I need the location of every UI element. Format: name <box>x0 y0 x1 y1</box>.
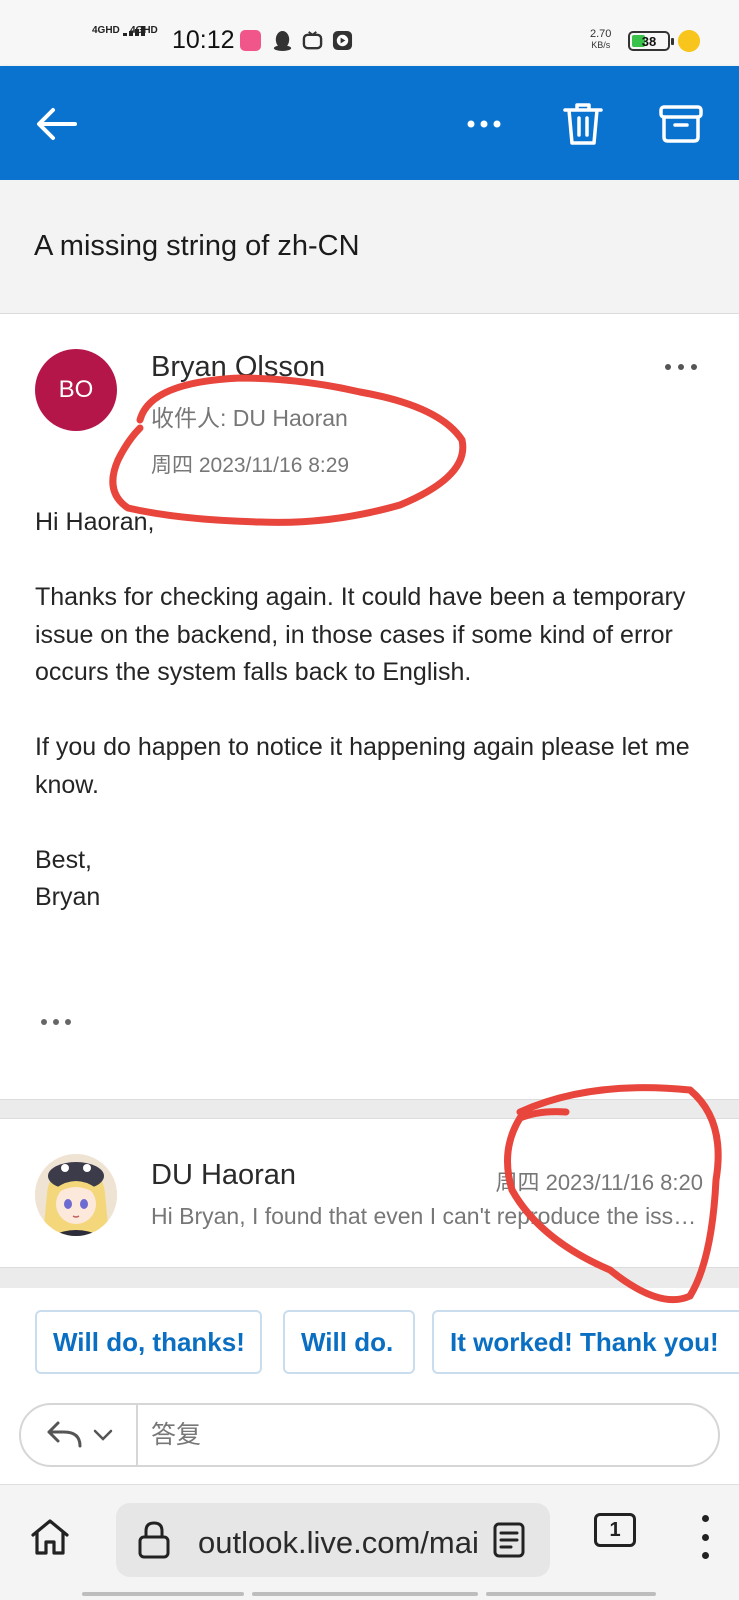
app-bar <box>0 66 739 180</box>
url-text: outlook.live.com/mail <box>198 1525 480 1560</box>
tab-switcher-button[interactable]: 1 <box>594 1513 636 1547</box>
home-button[interactable] <box>22 1509 78 1565</box>
quick-reply-chip[interactable]: Will do. <box>283 1310 415 1374</box>
gesture-bar-segment <box>252 1592 478 1596</box>
app-notification-icon <box>240 30 261 51</box>
message-body: Hi Haoran, Thanks for checking again. It… <box>35 504 705 917</box>
more-horizontal-icon <box>467 120 501 128</box>
status-bar: 4GHD 4GHD 10:12 2.70 KB/s 38 <box>0 0 739 66</box>
network-indicator-2: 4GHD <box>130 25 158 36</box>
clock: 10:12 <box>172 26 235 54</box>
subject-header: A missing string of zh-CN <box>0 180 739 313</box>
delete-button[interactable] <box>553 94 613 154</box>
penguin-icon <box>273 30 292 51</box>
battery-indicator: 38 <box>628 31 674 51</box>
reply-input[interactable] <box>151 1413 706 1457</box>
anime-character-avatar-icon <box>35 1154 117 1236</box>
thread-divider <box>0 1100 739 1118</box>
chevron-down-icon <box>93 1429 112 1441</box>
menu-dot <box>701 1552 709 1559</box>
body-greeting: Hi Haoran, <box>35 508 155 536</box>
archive-button[interactable] <box>651 94 711 154</box>
body-paragraph-2: If you do happen to notice it happening … <box>35 733 690 799</box>
gesture-bar-segment <box>486 1592 656 1596</box>
browser-menu-button[interactable] <box>690 1509 720 1565</box>
message-date: 周四 2023/11/16 8:29 <box>151 454 350 477</box>
trash-icon <box>563 103 603 145</box>
address-bar[interactable]: outlook.live.com/mail <box>116 1503 550 1577</box>
message-card: BO Bryan Olsson 收件人: DU Haoran 周四 2023/1… <box>0 313 739 1100</box>
panel-divider <box>0 1268 739 1288</box>
quick-reply-chip[interactable]: Will do, thanks! <box>35 1310 262 1374</box>
menu-dot <box>701 1515 709 1522</box>
quick-reply-panel: Will do, thanks! Will do. It worked! Tha… <box>0 1288 739 1484</box>
recipient-line: 收件人: DU Haoran <box>151 405 348 431</box>
previous-message-item[interactable]: DU Haoran 周四 2023/11/16 8:20 Hi Bryan, I… <box>0 1118 739 1268</box>
more-actions-button[interactable] <box>454 94 514 154</box>
message-more-button[interactable] <box>656 352 706 382</box>
play-icon <box>332 30 353 51</box>
body-paragraph-1: Thanks for checking again. It could have… <box>35 583 686 686</box>
sender-avatar-anime <box>35 1154 117 1236</box>
quick-reply-chip[interactable]: It worked! Thank you! <box>432 1310 739 1374</box>
network-speed: 2.70 KB/s <box>590 28 612 51</box>
body-signoff: Best, <box>35 845 92 874</box>
menu-dot <box>701 1533 709 1541</box>
previous-message-preview: Hi Bryan, I found that even I can't repr… <box>151 1203 703 1229</box>
lock-icon <box>138 1521 170 1559</box>
back-button[interactable] <box>27 94 87 154</box>
archive-icon <box>659 105 703 143</box>
gesture-bar-segment <box>82 1592 244 1596</box>
body-signature: Bryan <box>35 883 101 911</box>
browser-toolbar: outlook.live.com/mail 1 <box>0 1484 739 1600</box>
home-icon <box>31 1519 69 1555</box>
show-quoted-text-button[interactable] <box>40 1009 80 1035</box>
arrow-left-icon <box>37 108 77 140</box>
email-subject: A missing string of zh-CN <box>34 230 360 262</box>
tab-count: 1 <box>609 1518 621 1541</box>
reply-options-button[interactable] <box>21 1405 138 1465</box>
reply-compose-bar <box>19 1403 720 1467</box>
charging-icon <box>678 30 700 52</box>
reply-arrow-icon <box>47 1421 81 1448</box>
reader-mode-icon[interactable] <box>490 1521 528 1559</box>
previous-message-date: 周四 2023/11/16 8:20 <box>495 1170 703 1195</box>
avatar-initials: BO <box>58 376 94 403</box>
ellipsis-icon <box>41 1019 71 1025</box>
sender-avatar[interactable]: BO <box>35 349 117 431</box>
sender-name[interactable]: Bryan Olsson <box>151 351 325 384</box>
previous-sender-name: DU Haoran <box>151 1159 297 1191</box>
tv-icon <box>302 31 323 50</box>
more-horizontal-icon <box>665 364 697 370</box>
